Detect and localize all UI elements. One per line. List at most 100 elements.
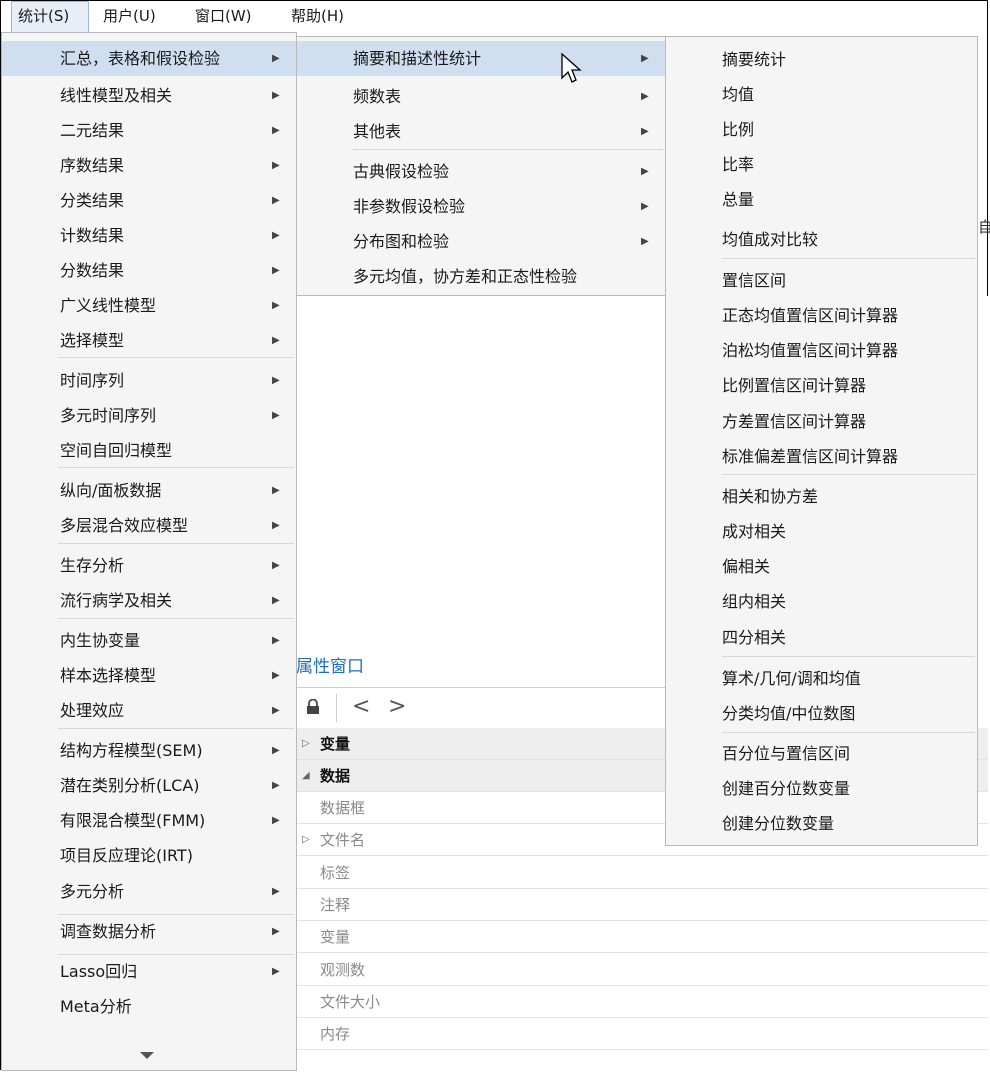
statistics-menu-item[interactable]: 多元分析 ▶ [2,874,296,909]
statistics-menu-item-label: 生存分析 [60,556,125,575]
expand-icon[interactable]: ▷ [302,824,310,856]
statistics-menu-item[interactable]: 调查数据分析 ▶ [2,914,296,949]
property-row[interactable]: 文件大小 [296,986,988,1018]
descriptive-submenu-item[interactable]: 正态均值置信区间计算器 [666,298,977,333]
statistics-menu-item[interactable]: 结构方程模型(SEM) ▶ [2,733,296,768]
summary-submenu-item[interactable]: 频数表 ▶ [297,79,665,114]
statistics-menu-item[interactable]: 计数结果 ▶ [2,218,296,253]
descriptive-submenu-item-label: 创建百分位数变量 [722,779,851,798]
statistics-menu-item[interactable]: 内生协变量 ▶ [2,623,296,658]
descriptive-submenu-item-label: 创建分位数变量 [722,814,835,833]
descriptive-submenu-item[interactable]: 总量 [666,182,977,217]
statistics-menu-item-label: 处理效应 [60,701,125,720]
statistics-menu-item[interactable]: 空间自回归模型 [2,433,296,468]
summary-submenu-item[interactable]: 古典假设检验 ▶ [297,154,665,189]
statistics-menu-item-label: Lasso回归 [60,962,138,981]
statistics-menu-item[interactable]: 广义线性模型 ▶ [2,288,296,323]
statistics-menu-item[interactable]: 潜在类别分析(LCA) ▶ [2,768,296,803]
descriptive-submenu-item[interactable]: 比例 [666,112,977,147]
descriptive-submenu-item[interactable]: 置信区间 [666,263,977,298]
statistics-menu-item[interactable]: 分数结果 ▶ [2,253,296,288]
scroll-down-icon[interactable] [140,1052,154,1059]
summary-submenu-item[interactable]: 分布图和检验 ▶ [297,224,665,259]
statistics-menu-item[interactable]: 汇总，表格和假设检验 ▶ [2,41,296,76]
submenu-arrow-icon: ▶ [272,705,280,716]
statistics-menu-item-label: 线性模型及相关 [60,86,173,105]
descriptive-submenu-item[interactable]: 均值 [666,77,977,112]
property-row[interactable]: 观测数 [296,954,988,986]
submenu-arrow-icon: ▶ [272,966,280,977]
statistics-menu-item[interactable]: 处理效应 ▶ [2,693,296,728]
submenu-arrow-icon: ▶ [272,745,280,756]
statistics-menu-item[interactable]: 纵向/面板数据 ▶ [2,473,296,508]
statistics-menu-item[interactable]: 时间序列 ▶ [2,363,296,398]
descriptive-submenu-item[interactable]: 标准偏差置信区间计算器 [666,439,977,474]
statistics-menu-item[interactable]: Meta分析 [2,989,296,1024]
statistics-menu-item-label: 纵向/面板数据 [60,481,162,500]
descriptive-submenu-item[interactable]: 百分位与置信区间 [666,736,977,771]
submenu-arrow-icon: ▶ [272,335,280,346]
submenu-arrow-icon: ▶ [272,780,280,791]
statistics-menu-item[interactable]: Lasso回归 ▶ [2,954,296,989]
menu-user[interactable]: 用户(U) [97,1,177,32]
submenu-arrow-icon: ▶ [272,635,280,646]
descriptive-submenu-item-label: 均值成对比较 [722,230,819,249]
descriptive-submenu-item[interactable]: 比率 [666,147,977,182]
statistics-menu-item[interactable]: 项目反应理论(IRT) [2,838,296,873]
descriptive-submenu-item[interactable]: 四分相关 [666,620,977,655]
statistics-menu-item-label: 潜在类别分析(LCA) [60,776,200,795]
descriptive-submenu-item[interactable]: 算术/几何/调和均值 [666,661,977,696]
descriptive-submenu-item-label: 泊松均值置信区间计算器 [722,341,899,360]
submenu-arrow-icon: ▶ [641,236,649,247]
menu-window[interactable]: 窗口(W) [189,1,279,32]
descriptive-submenu-item[interactable]: 成对相关 [666,514,977,549]
submenu-arrow-icon: ▶ [641,91,649,102]
summary-submenu-item[interactable]: 摘要和描述性统计 ▶ [297,41,665,76]
property-label: 文件名 [320,831,366,849]
descriptive-submenu-item[interactable]: 比例置信区间计算器 [666,368,977,403]
summary-submenu-item[interactable]: 其他表 ▶ [297,114,665,149]
lock-icon[interactable] [306,698,320,715]
collapse-icon[interactable]: ◢ [302,760,310,792]
forward-button[interactable]: > [388,694,406,719]
property-row[interactable]: 注释 [296,889,988,921]
descriptive-submenu-item[interactable]: 方差置信区间计算器 [666,404,977,439]
back-button[interactable]: < [352,694,370,719]
statistics-menu-item[interactable]: 二元结果 ▶ [2,113,296,148]
statistics-menu-item-label: 内生协变量 [60,631,141,650]
statistics-menu-item[interactable]: 选择模型 ▶ [2,323,296,358]
property-row[interactable]: 标签 [296,857,988,889]
statistics-menu-item[interactable]: 多元时间序列 ▶ [2,398,296,433]
statistics-menu-item[interactable]: 流行病学及相关 ▶ [2,583,296,618]
submenu-arrow-icon: ▶ [272,160,280,171]
summary-submenu-item[interactable]: 非参数假设检验 ▶ [297,189,665,224]
properties-window-title: 属性窗口 [296,657,364,677]
property-row[interactable]: 内存 [296,1018,988,1050]
descriptive-submenu-item[interactable]: 相关和协方差 [666,479,977,514]
descriptive-submenu-item[interactable]: 泊松均值置信区间计算器 [666,333,977,368]
descriptive-submenu-item[interactable]: 偏相关 [666,549,977,584]
submenu-arrow-icon: ▶ [641,126,649,137]
descriptive-submenu-item[interactable]: 创建分位数变量 [666,806,977,841]
summary-submenu-item[interactable]: 多元均值，协方差和正态性检验 [297,259,665,294]
menu-help[interactable]: 帮助(H) [285,1,365,32]
statistics-menu-item[interactable]: 序数结果 ▶ [2,148,296,183]
statistics-menu-item-label: 多元分析 [60,882,125,901]
statistics-menu-item[interactable]: 多层混合效应模型 ▶ [2,508,296,543]
statistics-menu-item[interactable]: 样本选择模型 ▶ [2,658,296,693]
statistics-menu-item[interactable]: 有限混合模型(FMM) ▶ [2,803,296,838]
property-row[interactable]: 变量 [296,921,988,953]
descriptive-submenu-item[interactable]: 摘要统计 [666,42,977,77]
menu-separator [58,357,294,358]
statistics-menu-item[interactable]: 分类结果 ▶ [2,183,296,218]
descriptive-submenu-item[interactable]: 分类均值/中位数图 [666,696,977,731]
statistics-menu-item[interactable]: 生存分析 ▶ [2,548,296,583]
statistics-menu-item[interactable]: 线性模型及相关 ▶ [2,78,296,113]
menu-statistics[interactable]: 统计(S) [11,1,89,32]
submenu-arrow-icon: ▶ [641,53,649,64]
descriptive-submenu-item[interactable]: 均值成对比较 [666,222,977,257]
statistics-menu-item-label: 分类结果 [60,191,125,210]
descriptive-submenu-item[interactable]: 组内相关 [666,584,977,619]
expand-icon[interactable]: ▷ [302,728,310,760]
descriptive-submenu-item[interactable]: 创建百分位数变量 [666,771,977,806]
